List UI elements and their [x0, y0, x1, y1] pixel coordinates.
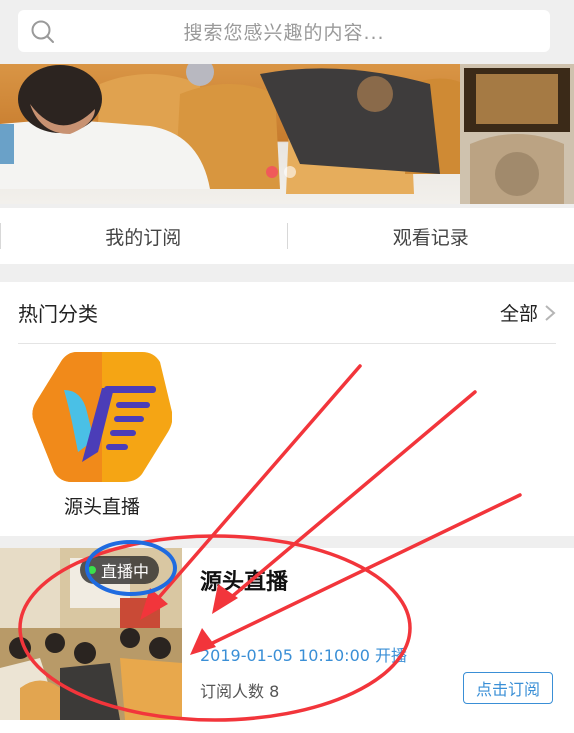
live-indicator-dot: [88, 566, 96, 574]
stream-start-time: 2019-01-05 10:10:00 开播: [200, 646, 408, 665]
live-status-badge: 直播中: [80, 556, 160, 584]
category-item[interactable]: 源头直播: [28, 352, 176, 519]
view-all-label: 全部: [499, 303, 538, 325]
hot-categories-header: 热门分类 全部: [18, 282, 556, 344]
view-all-link[interactable]: 全部: [500, 299, 556, 326]
banner-carousel[interactable]: [0, 64, 574, 204]
live-badge-label: 直播中: [101, 562, 150, 581]
stream-title: 源头直播: [200, 570, 289, 595]
category-label: 源头直播: [63, 496, 140, 518]
banner-slide-image: [0, 64, 460, 204]
search-bar-container: 搜索您感兴趣的内容...: [0, 0, 574, 64]
tab-watch-history[interactable]: 观看记录: [288, 223, 574, 250]
subscription-tabs: 我的订阅 观看记录: [0, 208, 574, 264]
tab-my-subscriptions[interactable]: 我的订阅: [0, 223, 287, 250]
banner-slide-preview: [460, 64, 574, 204]
hot-categories-section: 热门分类 全部 源头直播: [0, 282, 574, 536]
tab-divider: [0, 223, 1, 249]
carousel-dot[interactable]: [284, 166, 296, 178]
search-placeholder: 搜索您感兴趣的内容...: [183, 21, 385, 44]
subscriber-count: 订阅人数 8: [200, 682, 280, 701]
live-stream-card[interactable]: 直播中 源头直播 2019-01-05 10:10:00 开播 订阅人数 8 点…: [0, 548, 574, 733]
carousel-dot-active[interactable]: [266, 166, 278, 178]
carousel-dots: [266, 166, 296, 178]
chevron-right-icon: [545, 304, 556, 321]
section-title: 热门分类: [18, 302, 98, 326]
live-thumbnail[interactable]: 直播中: [0, 548, 182, 720]
search-input[interactable]: 搜索您感兴趣的内容...: [18, 10, 550, 52]
yt-logo-icon: [32, 352, 173, 482]
subscribe-button[interactable]: 点击订阅: [463, 672, 553, 704]
